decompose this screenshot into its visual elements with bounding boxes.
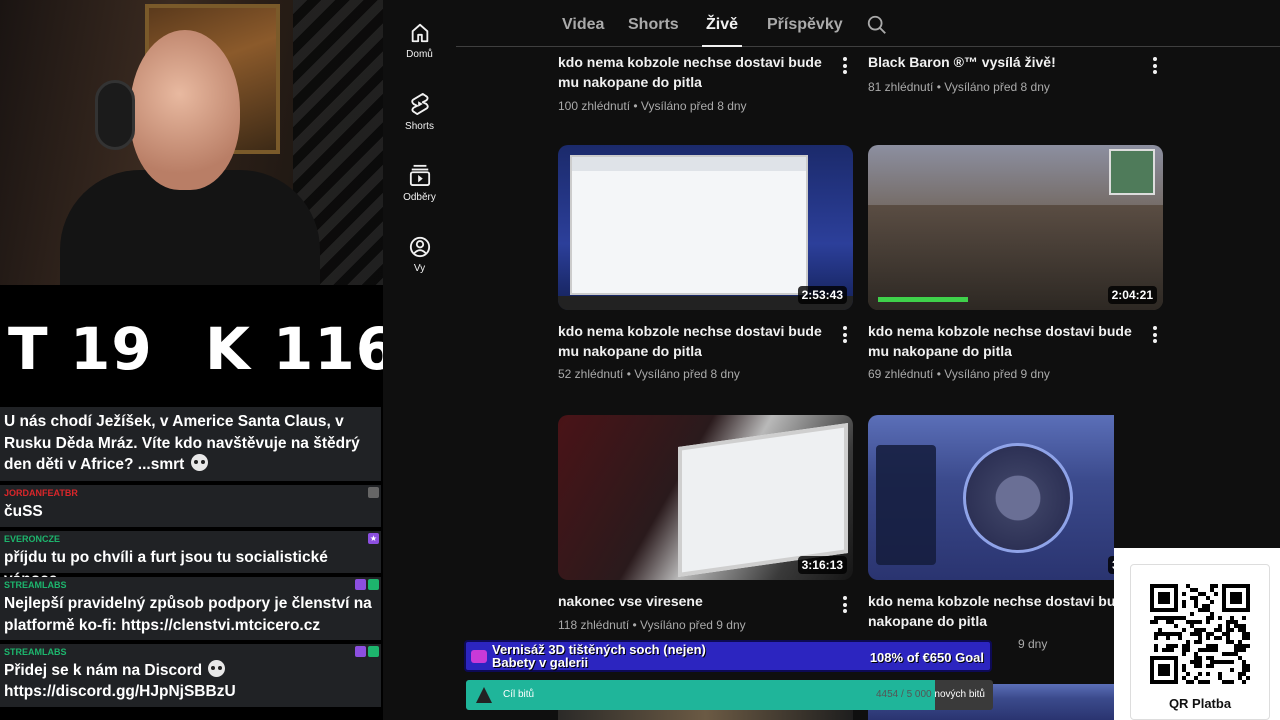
search-button[interactable] [866,14,888,41]
video-title[interactable]: kdo nema kobzole nechse dostavi bude mu … [558,321,828,361]
goal-text: Vernisáž 3D tištěných soch (nejen) Babet… [492,642,706,670]
headset [95,80,135,150]
skull-emote-icon [190,454,208,471]
mod-badge-icon [355,646,366,657]
more-options-icon[interactable] [843,596,847,616]
k-value: 116 [273,315,398,383]
t-label: T [8,315,49,383]
video-meta: 100 zhlédnutí • Vysíláno před 8 dny [558,99,747,113]
k-label: K [205,315,251,383]
bits-count: 4454 / 5 000 nových bitů [876,689,985,700]
goal-icon [471,650,487,663]
rail-item-subscriptions[interactable]: Odběry [383,163,456,203]
webcam-feed [0,0,383,285]
thumb-monitor [678,423,848,577]
video-meta: 9 dny [1018,637,1048,651]
video-title[interactable]: kdo nema kobzole nechse dostavi bude mu … [868,321,1138,361]
bot-badge-icon [368,646,379,657]
chat-message-text: čuSS [4,503,43,520]
subscriptions-icon [409,164,430,187]
video-duration: 2:53:43 [797,286,847,304]
bot-badge-icon [368,579,379,590]
video-meta: 118 zhlédnutí • Vysíláno před 9 dny [558,618,746,632]
video-title[interactable]: kdo nema kobzole nechse dostavi bude mu … [868,591,1114,631]
more-options-icon[interactable] [843,57,847,77]
qr-code-icon [1150,584,1250,684]
thumb-minimap [1109,149,1155,195]
thumb-wheel [963,443,1073,553]
badges [368,487,379,498]
bits-progress-fill [466,680,936,710]
badge-icon [368,487,379,498]
channel-tabs: Videa Shorts Živě Příspěvky [456,0,1280,47]
video-meta: 69 zhlédnutí • Vysíláno před 9 dny [868,367,1050,381]
video-thumbnail[interactable]: 2:53:43 [558,145,853,310]
video-thumbnail[interactable]: 2:04:21 [868,145,1163,310]
thumb-healthbar [878,297,968,302]
badges: ★ [368,533,379,544]
rail-label: Odběry [403,192,436,203]
rail-label: Domů [406,49,433,60]
more-options-icon[interactable] [1153,57,1157,77]
chat-message-text: Přidej se k nám na Discord [4,660,226,682]
video-card[interactable]: 3 kdo nema kobzole nechse dostavi bude m… [868,415,1114,675]
rail-item-home[interactable]: Domů [383,22,456,60]
skull-emote-icon [208,660,226,677]
qr-label: QR Platba [1168,696,1232,711]
mod-badge-icon [355,579,366,590]
video-thumbnail[interactable]: 3:16:13 [558,415,853,580]
bits-icon [476,687,492,703]
stats-panel: T 19 K 116 [0,285,396,407]
video-title[interactable]: kdo nema kobzole nechse dostavi bude mu … [558,52,828,92]
rail-item-you[interactable]: Vy [383,236,456,274]
nav-rail: Domů Shorts Odběry Vy [383,0,456,720]
chat-message: U nás chodí Ježíšek, v Americe Santa Cla… [0,407,381,481]
chat-username: STREAMLABS [4,647,67,657]
more-options-icon[interactable] [843,326,847,346]
chat-message: JORDANFEATBR čuSS [0,485,381,527]
rail-label: Shorts [405,121,434,132]
goal-amount: 108% of €650 Goal [869,650,984,665]
video-meta: 52 zhlédnutí • Vysíláno před 8 dny [558,367,740,381]
chat-panel: U nás chodí Ježíšek, v Americe Santa Cla… [0,407,383,720]
home-icon [411,23,428,43]
tab-shorts[interactable]: Shorts [628,16,679,34]
tab-videa[interactable]: Videa [562,16,604,34]
thumb-screen [570,155,808,295]
chat-message: EVERONCZE ★ příjdu tu po chvíli a furt j… [0,531,381,588]
star-badge-icon: ★ [368,533,379,544]
chat-message: STREAMLABS Nejlepší pravidelný způsob po… [0,577,381,640]
chat-message-text: U nás chodí Ježíšek, v Americe Santa Cla… [4,413,360,473]
thumb-panel [876,445,936,565]
video-title[interactable]: Black Baron ®™ vysílá živě! [868,52,1138,72]
shorts-icon [410,92,429,115]
chat-username: JORDANFEATBR [4,488,78,498]
tab-prispevky[interactable]: Příspěvky [767,16,843,34]
chat-username: EVERONCZE [4,534,61,544]
rail-label: Vy [413,263,426,274]
video-title[interactable]: nakonec vse viresene [558,591,828,611]
video-duration: 2:04:21 [1107,286,1157,304]
chat-message-link[interactable]: https://discord.gg/HJpNjSBBzU [4,681,236,703]
chat-message: STREAMLABS Přidej se k nám na Discord ht… [0,644,381,707]
more-options-icon[interactable] [1153,326,1157,346]
badges [355,579,379,590]
search-icon [867,15,886,34]
bits-label: Cíl bitů [503,689,535,700]
badges [355,646,379,657]
tab-zive[interactable]: Živě [701,16,743,47]
streamer-head [130,30,240,190]
you-icon [409,236,430,258]
t-value: 19 [70,315,153,383]
qr-payment-box: QR Platba [1114,548,1280,720]
bits-goal-bar: Cíl bitů 4454 / 5 000 nových bitů [466,680,993,710]
chat-message-text: Nejlepší pravidelný způsob podpory je čl… [4,595,372,634]
qr-card: QR Platba [1130,564,1270,720]
video-duration: 3:16:13 [797,556,847,574]
video-thumbnail[interactable]: 3 [868,415,1114,580]
video-meta: 81 zhlédnutí • Vysíláno před 8 dny [868,80,1050,94]
donation-goal-banner: Vernisáž 3D tištěných soch (nejen) Babet… [464,640,992,672]
chat-username: STREAMLABS [4,580,67,590]
rail-item-shorts[interactable]: Shorts [383,92,456,132]
